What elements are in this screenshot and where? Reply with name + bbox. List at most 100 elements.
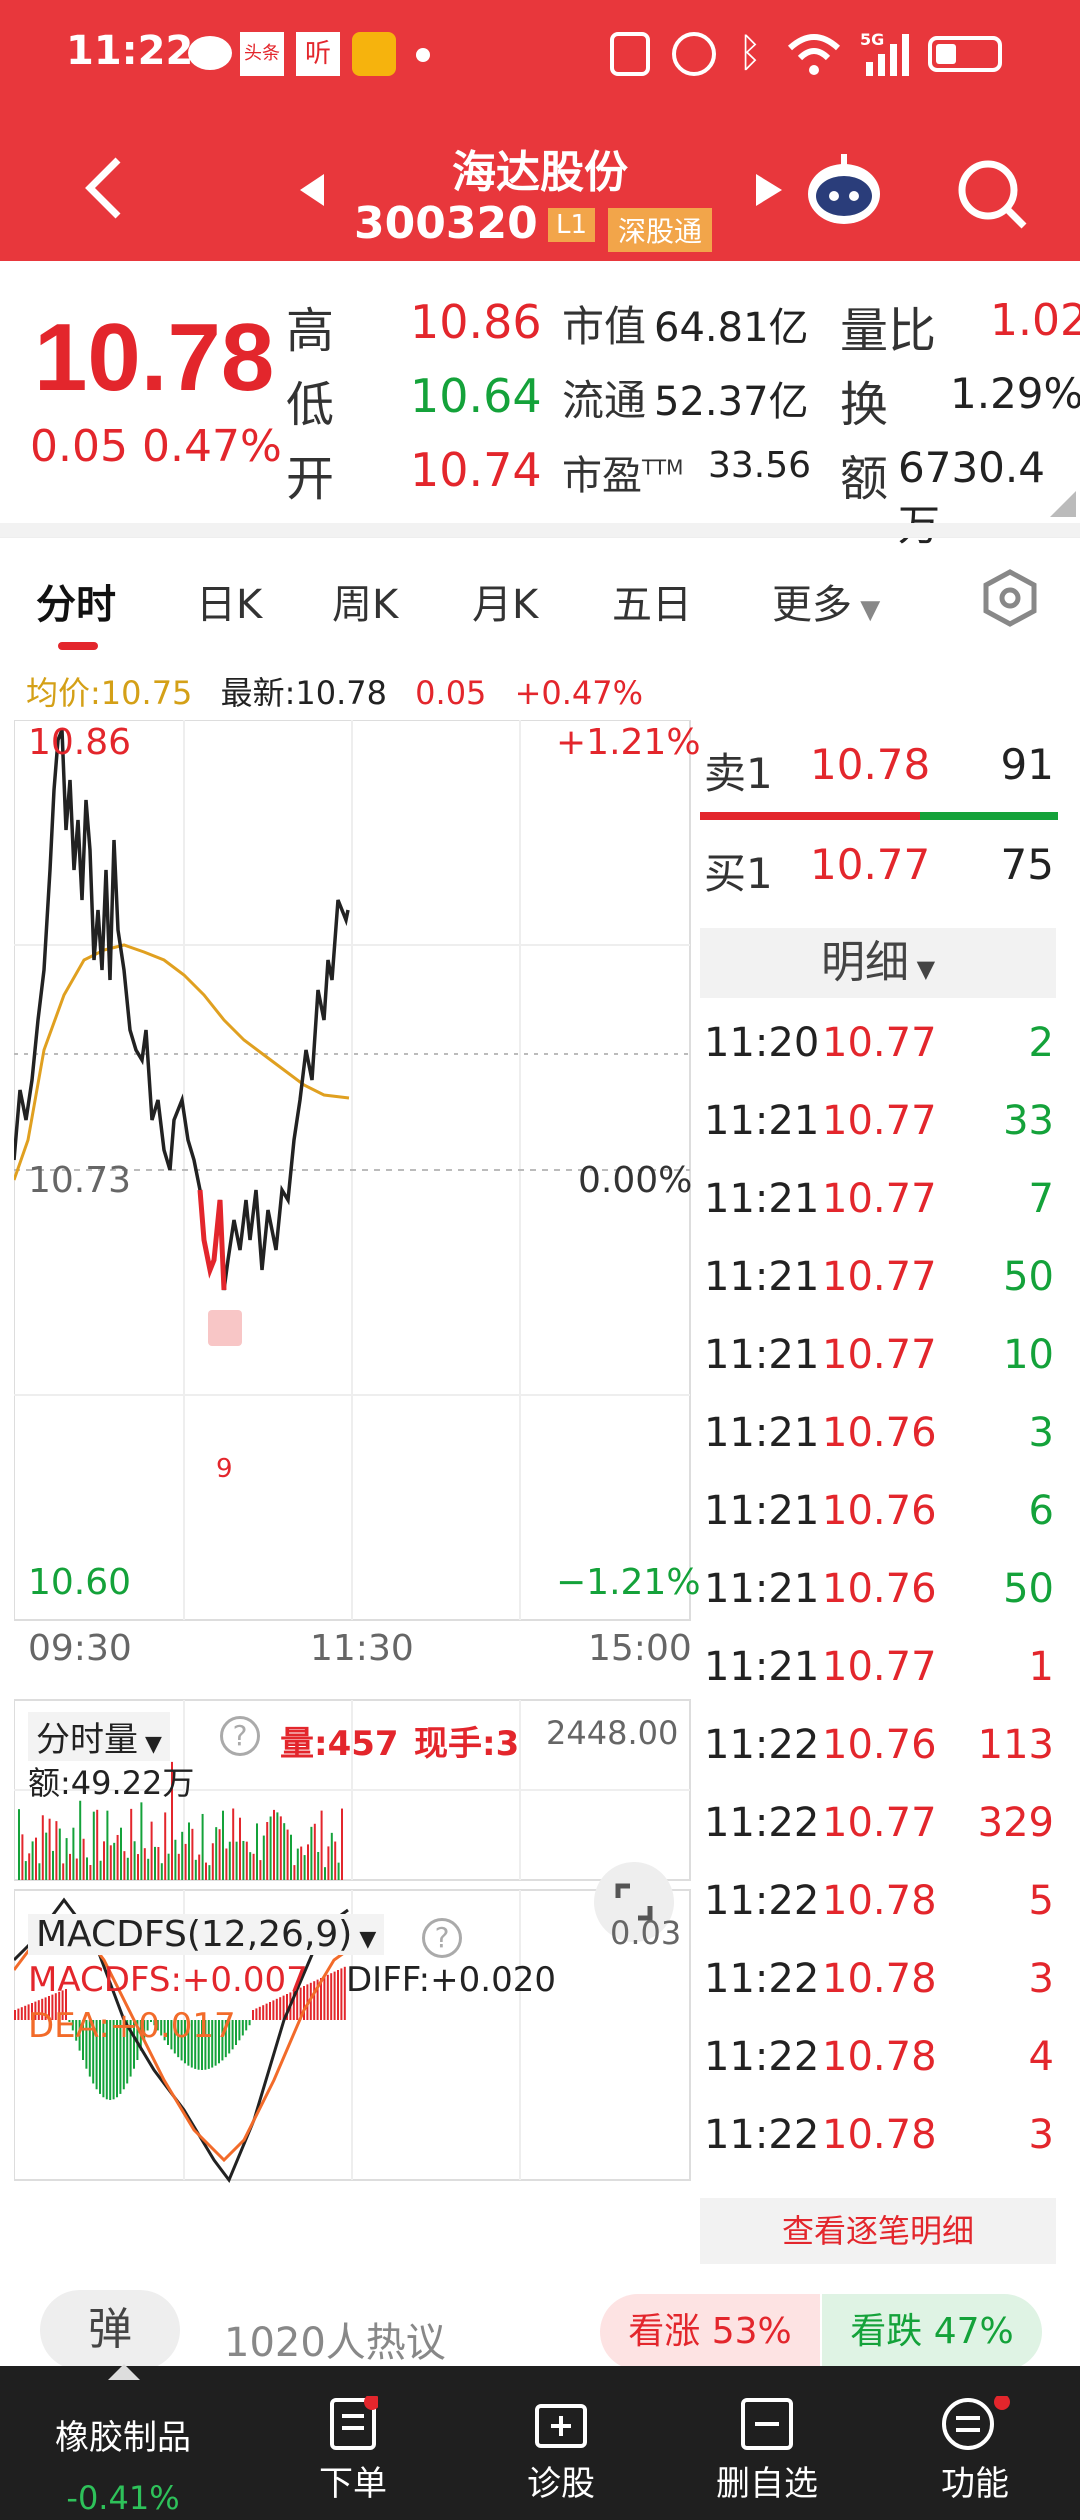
danmu-button[interactable]: 弹	[40, 2290, 180, 2370]
float-value: 52.37亿	[654, 379, 809, 425]
volume-bar	[45, 1832, 48, 1880]
volume-bar	[65, 1838, 68, 1880]
time-start-label: 09:30	[28, 1628, 132, 1669]
volume-bar	[157, 1846, 160, 1880]
tick-row: 11:22 10.78 5	[698, 1862, 1060, 1940]
tab-more[interactable]: 更多 ▼	[772, 572, 880, 630]
volume-bar	[239, 1817, 241, 1880]
volume-bar	[313, 1823, 316, 1880]
macd-bar	[255, 2008, 258, 2020]
tab-five-day[interactable]: 五日	[612, 572, 692, 630]
function-button[interactable]: 功能	[900, 2394, 1050, 2505]
volume-bar	[86, 1857, 88, 1880]
tick-row: 11:22 10.77 329	[698, 1784, 1060, 1862]
volume-bar	[75, 1858, 78, 1880]
tick-time: 11:22	[704, 1878, 820, 1924]
volume-bar	[154, 1846, 156, 1880]
settings-hexagon-icon[interactable]	[980, 568, 1040, 628]
turnover-label: 换	[840, 377, 889, 433]
volume-bar	[330, 1832, 333, 1880]
expand-corner-icon[interactable]	[1050, 491, 1076, 517]
volume-bar	[324, 1867, 326, 1880]
battery-icon	[928, 36, 1002, 72]
discussion-bar: 弹 1020人热议 看涨 53% 看跌 47%	[0, 2280, 1080, 2370]
macd-bar	[340, 1968, 343, 2020]
chevron-down-icon: ▼	[908, 955, 936, 983]
volume-bar	[211, 1843, 214, 1880]
prev-stock-icon[interactable]	[300, 174, 326, 206]
macd-bar	[248, 2020, 251, 2026]
volume-bar	[109, 1845, 112, 1880]
detail-dropdown[interactable]: 明细 ▼	[700, 928, 1056, 998]
tick-volume: 6	[1028, 1488, 1054, 1534]
amount-label: 额	[840, 451, 889, 507]
tick-price: 10.77	[822, 1254, 937, 1300]
remove-watchlist-button[interactable]: 删自选	[692, 2396, 842, 2505]
volume-bar	[334, 1841, 337, 1880]
volume-bar	[337, 1862, 340, 1880]
macd-selector[interactable]: MACDFS(12,26,9) ▼	[28, 1914, 385, 1955]
volume-bar	[341, 1808, 343, 1880]
chart-area[interactable]: 均价:10.75 最新:10.78 0.05 +0.47% 10.86 10.7…	[0, 660, 701, 2270]
volume-bar	[48, 1818, 51, 1880]
volume-bar	[259, 1860, 262, 1880]
tab-weekly-k[interactable]: 周K	[332, 572, 398, 630]
robot-assistant-icon[interactable]	[804, 148, 884, 228]
next-stock-icon[interactable]	[756, 174, 782, 206]
intraday-chart[interactable]	[14, 720, 692, 2280]
volume-bar	[69, 1853, 71, 1880]
y-top-label: 10.86	[28, 722, 132, 763]
volume-bar	[177, 1853, 180, 1880]
volume-bar	[296, 1848, 299, 1880]
view-all-ticks-button[interactable]: 查看逐笔明细	[700, 2198, 1056, 2264]
collapse-arrow-icon[interactable]	[108, 2364, 140, 2380]
search-icon[interactable]	[956, 158, 1028, 230]
volume-bar	[188, 1822, 190, 1880]
tick-volume: 1	[1028, 1644, 1054, 1690]
tick-time: 11:21	[704, 1410, 820, 1456]
sell1-price: 10.78	[810, 740, 931, 789]
tick-volume: 4	[1028, 2034, 1054, 2080]
avg-price-line	[14, 943, 350, 1181]
chevron-down-icon: ▼	[138, 1732, 162, 1757]
tick-time: 11:22	[704, 1722, 820, 1768]
back-icon[interactable]	[84, 156, 124, 220]
volume-bar	[143, 1848, 146, 1880]
tab-intraday[interactable]: 分时	[36, 572, 116, 630]
wechat-icon	[188, 36, 232, 70]
y-mid-label: 10.73	[28, 1160, 132, 1201]
tab-daily-k[interactable]: 日K	[196, 572, 262, 630]
volume-bar	[103, 1841, 105, 1880]
volume-bar	[228, 1841, 231, 1880]
vote-down-button[interactable]: 看跌 47%	[822, 2294, 1042, 2370]
tick-volume: 10	[1003, 1332, 1054, 1378]
macd-bar	[258, 2006, 261, 2020]
tick-price: 10.77	[822, 1800, 937, 1846]
sector-button[interactable]: 橡胶制品 -0.41%	[48, 2410, 198, 2517]
diff-value: DIFF:+0.020	[346, 1960, 556, 2000]
volume-selector[interactable]: 分时量 ▼	[28, 1712, 170, 1761]
volume-max: 2448.00	[546, 1714, 679, 1752]
volume-bar	[256, 1823, 258, 1880]
volume-bar	[72, 1827, 75, 1880]
volume-bar	[41, 1815, 44, 1880]
vote-up-button[interactable]: 看涨 53%	[600, 2294, 820, 2370]
pe-label: 市盈TTM	[562, 453, 684, 499]
nfc-icon	[610, 32, 650, 76]
tick-time: 11:21	[704, 1644, 820, 1690]
ting-icon: 听	[296, 32, 340, 76]
volume-bar	[279, 1816, 282, 1880]
macd-bar	[17, 2008, 20, 2020]
pct-bot-label: −1.21%	[556, 1562, 701, 1603]
help-icon[interactable]: ?	[220, 1716, 260, 1756]
diagnose-button[interactable]: 诊股	[486, 2396, 636, 2505]
order-button[interactable]: 下单	[278, 2394, 428, 2505]
buy1-label: 买1	[704, 849, 773, 898]
high-value: 10.86	[410, 295, 542, 349]
macd-help-icon[interactable]: ?	[422, 1918, 462, 1958]
status-time: 11:22	[66, 28, 194, 74]
order-icon	[330, 2394, 380, 2450]
buy1-volume: 75	[1000, 840, 1054, 889]
tab-monthly-k[interactable]: 月K	[472, 572, 538, 630]
volume-bar	[62, 1863, 65, 1880]
